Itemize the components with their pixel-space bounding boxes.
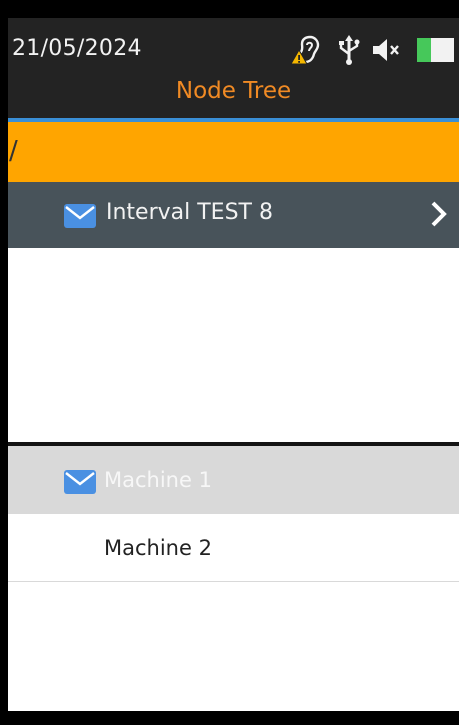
- date-display: 21/05/2024: [12, 36, 142, 61]
- current-path: /: [9, 136, 18, 166]
- header-bar: 21/05/2024 Node Tree: [8, 0, 459, 118]
- list-item-label: Machine 1: [104, 468, 212, 492]
- battery-icon: [415, 34, 459, 66]
- page-title: Node Tree: [175, 78, 292, 104]
- folder-row[interactable]: Interval TEST 8: [8, 182, 459, 248]
- path-bar: /: [8, 118, 459, 182]
- hearing-warning-icon: [289, 34, 323, 66]
- folder-label: Interval TEST 8: [106, 200, 273, 225]
- device-screen: 21/05/2024 Node Tree / Interval TEST 8 M…: [8, 0, 459, 725]
- usb-icon: [337, 34, 361, 66]
- list-item-machine-1[interactable]: Machine 1: [8, 446, 459, 514]
- mail-icon: [64, 204, 96, 232]
- status-icons: [289, 34, 459, 66]
- speaker-muted-icon: [371, 34, 403, 66]
- bottom-bezel: [0, 711, 459, 725]
- top-bezel: [8, 0, 459, 18]
- mail-icon: [64, 470, 96, 498]
- list-item-machine-2[interactable]: Machine 2: [8, 514, 459, 582]
- list-item-label: Machine 2: [104, 536, 212, 560]
- chevron-right-icon[interactable]: [429, 200, 449, 232]
